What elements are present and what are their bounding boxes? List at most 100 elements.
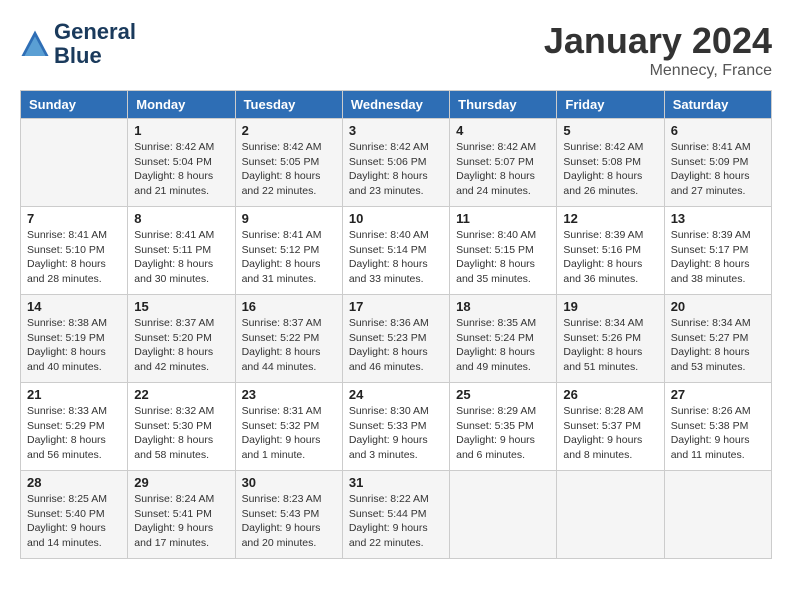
weekday-header-row: SundayMondayTuesdayWednesdayThursdayFrid… — [21, 91, 772, 119]
day-info: Sunrise: 8:34 AMSunset: 5:27 PMDaylight:… — [671, 316, 765, 375]
day-number: 26 — [563, 387, 657, 402]
calendar-cell: 5 Sunrise: 8:42 AMSunset: 5:08 PMDaylight… — [557, 119, 664, 207]
calendar-cell: 21 Sunrise: 8:33 AMSunset: 5:29 PMDayligh… — [21, 383, 128, 471]
day-number: 16 — [242, 299, 336, 314]
calendar-cell: 9Sunrise: 8:41 AMSunset: 5:12 PMDaylight… — [235, 207, 342, 295]
weekday-header-friday: Friday — [557, 91, 664, 119]
day-number: 1 — [134, 123, 228, 138]
day-info: Sunrise: 8:22 AMSunset: 5:44 PMDaylight:… — [349, 492, 443, 551]
calendar-cell: 28 Sunrise: 8:25 AMSunset: 5:40 PMDayligh… — [21, 471, 128, 559]
day-info: Sunrise: 8:42 AMSunset: 5:07 PMDaylight:… — [456, 140, 550, 199]
day-number: 2 — [242, 123, 336, 138]
day-info: Sunrise: 8:32 AMSunset: 5:30 PMDaylight:… — [134, 404, 228, 463]
weekday-header-sunday: Sunday — [21, 91, 128, 119]
calendar-cell: 12 Sunrise: 8:39 AMSunset: 5:16 PMDayligh… — [557, 207, 664, 295]
calendar-cell: 24Sunrise: 8:30 AMSunset: 5:33 PMDayligh… — [342, 383, 449, 471]
calendar-cell — [664, 471, 771, 559]
day-number: 13 — [671, 211, 765, 226]
calendar-cell: 26 Sunrise: 8:28 AMSunset: 5:37 PMDayligh… — [557, 383, 664, 471]
calendar-cell: 31Sunrise: 8:22 AMSunset: 5:44 PMDayligh… — [342, 471, 449, 559]
week-row-5: 28 Sunrise: 8:25 AMSunset: 5:40 PMDayligh… — [21, 471, 772, 559]
logo-text: General Blue — [54, 20, 136, 68]
logo-line1: General — [54, 20, 136, 44]
day-number: 17 — [349, 299, 443, 314]
weekday-header-tuesday: Tuesday — [235, 91, 342, 119]
calendar-cell: 2 Sunrise: 8:42 AMSunset: 5:05 PMDaylight… — [235, 119, 342, 207]
calendar-cell: 17 Sunrise: 8:36 AMSunset: 5:23 PMDayligh… — [342, 295, 449, 383]
day-number: 14 — [27, 299, 121, 314]
calendar-cell: 14Sunrise: 8:38 AMSunset: 5:19 PMDayligh… — [21, 295, 128, 383]
day-number: 7 — [27, 211, 121, 226]
day-number: 4 — [456, 123, 550, 138]
day-info: Sunrise: 8:25 AMSunset: 5:40 PMDaylight:… — [27, 492, 121, 551]
logo-icon — [20, 29, 50, 59]
calendar-cell: 1 Sunrise: 8:42 AMSunset: 5:04 PMDaylight… — [128, 119, 235, 207]
weekday-header-wednesday: Wednesday — [342, 91, 449, 119]
calendar-cell: 4 Sunrise: 8:42 AMSunset: 5:07 PMDaylight… — [450, 119, 557, 207]
day-info: Sunrise: 8:36 AMSunset: 5:23 PMDaylight:… — [349, 316, 443, 375]
calendar-cell: 8Sunrise: 8:41 AMSunset: 5:11 PMDaylight… — [128, 207, 235, 295]
day-info: Sunrise: 8:33 AMSunset: 5:29 PMDaylight:… — [27, 404, 121, 463]
calendar-cell: 25 Sunrise: 8:29 AMSunset: 5:35 PMDayligh… — [450, 383, 557, 471]
logo-line2: Blue — [54, 44, 136, 68]
calendar-cell: 23Sunrise: 8:31 AMSunset: 5:32 PMDayligh… — [235, 383, 342, 471]
day-info: Sunrise: 8:40 AMSunset: 5:15 PMDaylight:… — [456, 228, 550, 287]
day-info: Sunrise: 8:42 AMSunset: 5:04 PMDaylight:… — [134, 140, 228, 199]
day-number: 27 — [671, 387, 765, 402]
day-info: Sunrise: 8:41 AMSunset: 5:12 PMDaylight:… — [242, 228, 336, 287]
day-info: Sunrise: 8:42 AMSunset: 5:05 PMDaylight:… — [242, 140, 336, 199]
day-info: Sunrise: 8:23 AMSunset: 5:43 PMDaylight:… — [242, 492, 336, 551]
day-number: 29 — [134, 475, 228, 490]
day-number: 28 — [27, 475, 121, 490]
logo: General Blue — [20, 20, 136, 68]
day-info: Sunrise: 8:34 AMSunset: 5:26 PMDaylight:… — [563, 316, 657, 375]
calendar-cell — [557, 471, 664, 559]
header: General Blue January 2024 Mennecy, Franc… — [20, 20, 772, 80]
calendar-cell: 18 Sunrise: 8:35 AMSunset: 5:24 PMDayligh… — [450, 295, 557, 383]
calendar-cell: 7 Sunrise: 8:41 AMSunset: 5:10 PMDaylight… — [21, 207, 128, 295]
weekday-header-thursday: Thursday — [450, 91, 557, 119]
day-number: 15 — [134, 299, 228, 314]
day-info: Sunrise: 8:40 AMSunset: 5:14 PMDaylight:… — [349, 228, 443, 287]
day-info: Sunrise: 8:39 AMSunset: 5:16 PMDaylight:… — [563, 228, 657, 287]
day-number: 22 — [134, 387, 228, 402]
day-number: 18 — [456, 299, 550, 314]
day-info: Sunrise: 8:26 AMSunset: 5:38 PMDaylight:… — [671, 404, 765, 463]
week-row-2: 7 Sunrise: 8:41 AMSunset: 5:10 PMDaylight… — [21, 207, 772, 295]
day-info: Sunrise: 8:29 AMSunset: 5:35 PMDaylight:… — [456, 404, 550, 463]
day-info: Sunrise: 8:30 AMSunset: 5:33 PMDaylight:… — [349, 404, 443, 463]
calendar-cell: 29 Sunrise: 8:24 AMSunset: 5:41 PMDayligh… — [128, 471, 235, 559]
day-number: 3 — [349, 123, 443, 138]
day-number: 11 — [456, 211, 550, 226]
title-area: January 2024 Mennecy, France — [544, 20, 772, 80]
day-number: 23 — [242, 387, 336, 402]
day-number: 6 — [671, 123, 765, 138]
day-number: 21 — [27, 387, 121, 402]
calendar-cell: 3 Sunrise: 8:42 AMSunset: 5:06 PMDaylight… — [342, 119, 449, 207]
calendar-cell: 11 Sunrise: 8:40 AMSunset: 5:15 PMDayligh… — [450, 207, 557, 295]
day-number: 30 — [242, 475, 336, 490]
day-info: Sunrise: 8:24 AMSunset: 5:41 PMDaylight:… — [134, 492, 228, 551]
day-number: 25 — [456, 387, 550, 402]
day-info: Sunrise: 8:41 AMSunset: 5:10 PMDaylight:… — [27, 228, 121, 287]
day-info: Sunrise: 8:28 AMSunset: 5:37 PMDaylight:… — [563, 404, 657, 463]
day-info: Sunrise: 8:42 AMSunset: 5:06 PMDaylight:… — [349, 140, 443, 199]
calendar-cell: 10 Sunrise: 8:40 AMSunset: 5:14 PMDayligh… — [342, 207, 449, 295]
day-info: Sunrise: 8:39 AMSunset: 5:17 PMDaylight:… — [671, 228, 765, 287]
calendar-cell — [21, 119, 128, 207]
calendar-cell: 22 Sunrise: 8:32 AMSunset: 5:30 PMDayligh… — [128, 383, 235, 471]
day-info: Sunrise: 8:37 AMSunset: 5:22 PMDaylight:… — [242, 316, 336, 375]
day-info: Sunrise: 8:37 AMSunset: 5:20 PMDaylight:… — [134, 316, 228, 375]
weekday-header-monday: Monday — [128, 91, 235, 119]
month-title: January 2024 — [544, 20, 772, 62]
day-info: Sunrise: 8:42 AMSunset: 5:08 PMDaylight:… — [563, 140, 657, 199]
calendar-table: SundayMondayTuesdayWednesdayThursdayFrid… — [20, 90, 772, 559]
day-info: Sunrise: 8:35 AMSunset: 5:24 PMDaylight:… — [456, 316, 550, 375]
day-info: Sunrise: 8:41 AMSunset: 5:11 PMDaylight:… — [134, 228, 228, 287]
calendar-cell — [450, 471, 557, 559]
day-number: 10 — [349, 211, 443, 226]
day-number: 5 — [563, 123, 657, 138]
location-title: Mennecy, France — [544, 62, 772, 80]
day-number: 12 — [563, 211, 657, 226]
week-row-1: 1 Sunrise: 8:42 AMSunset: 5:04 PMDaylight… — [21, 119, 772, 207]
